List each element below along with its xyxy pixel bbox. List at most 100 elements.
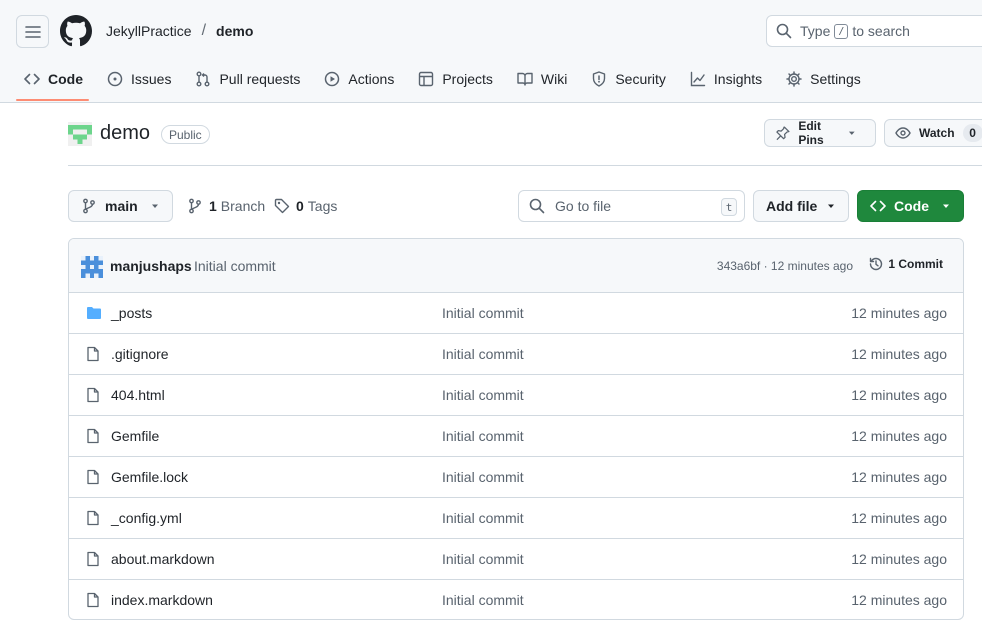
file-commit-message-link[interactable]: Initial commit [442, 510, 524, 526]
tab-label: Insights [713, 71, 763, 87]
file-name-link[interactable]: Gemfile [111, 428, 159, 444]
graph-icon [690, 71, 706, 87]
history-icon [870, 257, 883, 271]
file-icon [87, 469, 99, 485]
tab-label: Projects [442, 71, 493, 87]
branches-link[interactable]: 1 Branch [187, 198, 265, 214]
file-commit-message-link[interactable]: Initial commit [442, 305, 524, 321]
file-row: index.markdown Initial commit 12 minutes… [69, 580, 963, 619]
tags-link[interactable]: 0 Tags [274, 198, 337, 214]
tab-projects[interactable]: Projects [410, 66, 501, 92]
code-button-label: Code [894, 198, 929, 214]
file-row: 404.html Initial commit 12 minutes ago [69, 375, 963, 416]
file-commit-time: 12 minutes ago [851, 305, 947, 321]
file-row: Gemfile Initial commit 12 minutes ago [69, 416, 963, 457]
file-icon [87, 592, 99, 608]
search-icon [529, 198, 545, 214]
edit-pins-button[interactable]: Edit Pins [764, 119, 876, 147]
global-search-input[interactable]: Type / to search [766, 15, 982, 47]
tab-security[interactable]: Security [583, 66, 674, 92]
committer-avatar[interactable] [81, 256, 103, 278]
tab-wiki[interactable]: Wiki [509, 66, 575, 92]
file-commit-message-link[interactable]: Initial commit [442, 346, 524, 362]
go-to-file-shortcut-key: t [721, 198, 737, 216]
watch-label: Watch [919, 126, 955, 140]
breadcrumb: JekyllPractice / demo [106, 22, 253, 40]
add-file-label: Add file [766, 198, 818, 214]
watch-count: 0 [962, 124, 982, 142]
file-icon [87, 551, 99, 567]
chevron-down-icon [943, 204, 949, 208]
file-commit-message-link[interactable]: Initial commit [442, 469, 524, 485]
repo-owner-avatar[interactable] [68, 122, 92, 146]
go-to-file-input[interactable]: Go to file t [518, 190, 745, 222]
file-commit-time: 12 minutes ago [851, 592, 947, 608]
pin-icon [776, 126, 790, 141]
file-row: _config.yml Initial commit 12 minutes ag… [69, 498, 963, 539]
tab-label: Code [48, 71, 83, 87]
file-commit-time: 12 minutes ago [851, 428, 947, 444]
commit-author-link[interactable]: manjushaps [110, 258, 192, 274]
book-icon [517, 72, 533, 86]
tab-settings[interactable]: Settings [778, 66, 869, 92]
file-commit-time: 12 minutes ago [851, 387, 947, 403]
eye-icon [895, 127, 911, 139]
breadcrumb-separator: / [201, 22, 207, 39]
play-icon [325, 71, 340, 87]
commits-history-link[interactable]: 1 Commit [868, 256, 943, 272]
tab-code[interactable]: Code [16, 66, 91, 92]
search-shortcut-key: / [834, 23, 849, 39]
chevron-down-icon [828, 204, 834, 208]
commit-message-link[interactable]: Initial commit [194, 258, 276, 274]
file-name-link[interactable]: .gitignore [111, 346, 169, 362]
file-browser-table: manjushaps Initial commit 343a6bf · 12 m… [68, 238, 964, 620]
tab-issues[interactable]: Issues [99, 66, 179, 92]
watch-button[interactable]: Watch 0 [884, 119, 982, 147]
file-name-link[interactable]: _posts [111, 305, 152, 321]
file-row: _posts Initial commit 12 minutes ago [69, 293, 963, 334]
file-row: about.markdown Initial commit 12 minutes… [69, 539, 963, 580]
file-commit-message-link[interactable]: Initial commit [442, 428, 524, 444]
breadcrumb-repo-link[interactable]: demo [216, 23, 253, 39]
tab-actions[interactable]: Actions [316, 66, 402, 92]
go-to-file-placeholder: Go to file [555, 198, 612, 214]
tab-label: Security [615, 71, 666, 87]
github-logo-icon[interactable] [60, 15, 92, 47]
visibility-badge: Public [161, 125, 210, 144]
search-icon [776, 23, 792, 39]
breadcrumb-owner-link[interactable]: JekyllPractice [106, 23, 192, 39]
latest-commit-bar: manjushaps Initial commit 343a6bf · 12 m… [69, 239, 963, 293]
folder-icon [87, 307, 101, 319]
branch-name: main [105, 198, 138, 214]
tab-insights[interactable]: Insights [682, 66, 770, 92]
file-icon [87, 346, 99, 362]
code-download-button[interactable]: Code [857, 190, 964, 222]
gear-icon [786, 71, 802, 87]
branch-icon [189, 198, 201, 214]
tags-count: 0 [296, 198, 304, 214]
file-icon [87, 510, 99, 526]
file-commit-message-link[interactable]: Initial commit [442, 387, 524, 403]
file-name-link[interactable]: _config.yml [111, 510, 182, 526]
repo-title-bar: demo Public Edit Pins Watch 0 [68, 118, 982, 166]
tab-label: Wiki [540, 71, 568, 87]
hamburger-menu-button[interactable] [16, 15, 49, 48]
tab-pull-requests[interactable]: Pull requests [187, 66, 308, 92]
branches-label: Branch [220, 198, 266, 214]
add-file-button[interactable]: Add file [753, 190, 849, 222]
commit-hash-and-time[interactable]: 343a6bf · 12 minutes ago [717, 259, 853, 273]
file-name-link[interactable]: Gemfile.lock [111, 469, 188, 485]
file-commit-message-link[interactable]: Initial commit [442, 551, 524, 567]
file-commit-message-link[interactable]: Initial commit [442, 592, 524, 608]
chevron-down-icon [849, 131, 856, 135]
search-placeholder-suffix: to search [852, 23, 910, 39]
branch-selector-button[interactable]: main [68, 190, 173, 222]
tab-label: Actions [348, 71, 395, 87]
active-tab-underline [16, 99, 89, 101]
file-name-link[interactable]: 404.html [111, 387, 165, 403]
file-name-link[interactable]: about.markdown [111, 551, 215, 567]
repo-name-heading[interactable]: demo [100, 122, 150, 145]
search-placeholder-prefix: Type [800, 23, 831, 39]
file-name-link[interactable]: index.markdown [111, 592, 213, 608]
repo-nav-tabs: Code Issues Pull requests Actions Projec… [16, 66, 877, 103]
